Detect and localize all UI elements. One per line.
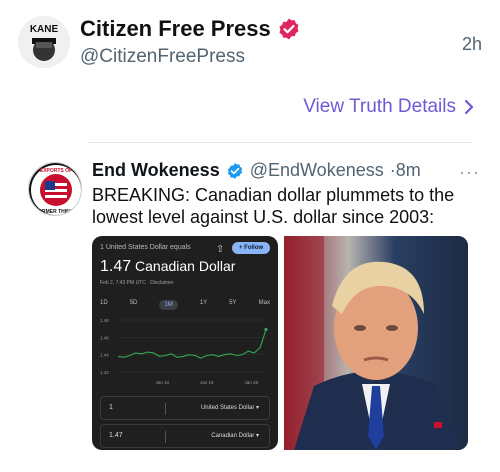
fx-range-1m: 1M <box>159 300 178 310</box>
fx-range-1y: 1Y <box>199 300 208 306</box>
y-tick-label: 1.42 <box>100 370 109 375</box>
quoted-author-row: End Wokeness @EndWokeness ·8m <box>92 160 480 181</box>
y-tick-label: 1.44 <box>100 353 109 358</box>
fx-range-selector: 1D 5D 1M 1Y 5Y Max <box>100 300 270 310</box>
author-name[interactable]: Citizen Free Press <box>80 16 271 42</box>
portrait-image <box>284 236 468 450</box>
fx-input-cad-value: 1.47 <box>109 432 123 439</box>
field-separator <box>165 403 166 415</box>
fx-date: Feb 2, 7:43 PM UTC · Disclaimer <box>100 280 174 286</box>
fx-range-5y: 5Y <box>229 300 237 306</box>
fx-rate: 1.47 Canadian Dollar <box>100 258 235 276</box>
quoted-author-name[interactable]: End Wokeness <box>92 160 220 181</box>
y-tick-label: 1.46 <box>100 335 109 340</box>
x-tick-label: Jan 10 <box>156 380 170 385</box>
fx-header-text: 1 United States Dollar equals <box>100 244 191 251</box>
view-truth-details-link[interactable]: View Truth Details <box>303 96 474 118</box>
currency-converter-image[interactable]: 1 United States Dollar equals ⇧ + Follow… <box>92 236 278 450</box>
fx-input-cad-currency: Canadian Dollar ▾ <box>211 433 259 439</box>
quoted-post-timestamp[interactable]: ·8m <box>390 160 421 181</box>
quoted-avatar[interactable]: EXPORTS OF FORMER THINGS <box>28 162 82 216</box>
fx-input-usd: 1 United States Dollar ▾ <box>100 396 270 420</box>
fx-rate-currency: Canadian Dollar <box>135 258 236 274</box>
avatar-text-bottom: FORMER THINGS <box>35 209 78 215</box>
field-separator <box>165 431 166 443</box>
fx-line-chart: 1.48 1.46 1.44 1.42 Jan 10 Jan 19 Jan 28 <box>100 318 268 385</box>
quoted-avatar-image: EXPORTS OF FORMER THINGS <box>29 163 81 215</box>
x-tick-label: Jan 28 <box>244 380 258 385</box>
quoted-post-text: BREAKING: Canadian dollar plummets to th… <box>92 185 455 227</box>
fx-input-usd-value: 1 <box>109 404 113 411</box>
fx-range-5d: 5D <box>129 300 138 306</box>
fx-input-cad: 1.47 Canadian Dollar ▾ <box>100 424 270 448</box>
portrait-photo[interactable] <box>284 236 468 450</box>
y-tick-label: 1.48 <box>100 318 109 323</box>
follow-button: + Follow <box>232 242 271 254</box>
verified-badge-icon <box>227 162 242 179</box>
author-name-row: Citizen Free Press <box>80 16 301 42</box>
fx-range-max: Max <box>258 300 270 306</box>
fx-rate-value: 1.47 <box>100 258 132 275</box>
avatar[interactable]: KANE <box>18 16 70 68</box>
x-tick-label: Jan 19 <box>200 380 214 385</box>
avatar-text-top: EXPORTS OF <box>40 168 72 174</box>
view-truth-details-label: View Truth Details <box>303 96 456 117</box>
divider <box>88 142 472 143</box>
avatar-image: KANE <box>18 16 70 68</box>
more-options-icon[interactable]: ··· <box>459 162 480 183</box>
verified-badge-icon <box>279 18 299 40</box>
chevron-right-icon <box>464 99 474 115</box>
quoted-author-handle[interactable]: @EndWokeness <box>250 160 384 181</box>
post-timestamp[interactable]: 2h <box>462 34 482 55</box>
share-icon: ⇧ <box>216 244 225 255</box>
post-header: KANE Citizen Free Press @CitizenFreePres… <box>18 12 482 76</box>
author-handle[interactable]: @CitizenFreePress <box>80 46 245 68</box>
series-line <box>117 329 267 359</box>
fx-range-1d: 1D <box>100 300 108 306</box>
series-end-point <box>264 327 268 332</box>
avatar-logo-text: KANE <box>30 24 59 35</box>
fx-input-usd-currency: United States Dollar ▾ <box>200 405 259 411</box>
